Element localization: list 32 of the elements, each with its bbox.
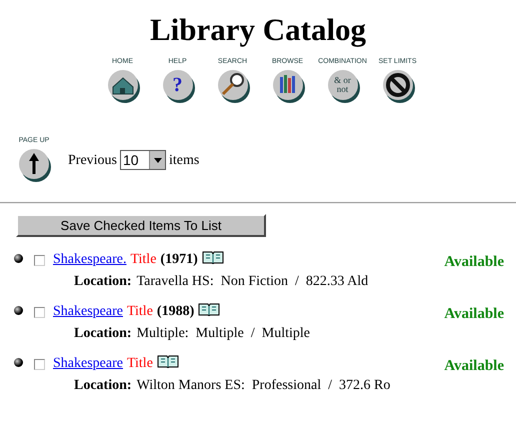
availability-status: Available [444, 357, 504, 376]
location-label: Location: [74, 325, 132, 343]
availability-status: Available [444, 253, 504, 272]
location-label: Location: [74, 273, 132, 291]
location-text: Taravella HS: Non Fiction / 822.33 Ald [136, 273, 368, 291]
page-title: Library Catalog [148, 11, 368, 49]
author-link[interactable]: Shakespeare [53, 355, 123, 373]
item-checkbox[interactable] [34, 307, 45, 318]
author-link[interactable]: Shakespeare. [53, 251, 126, 269]
location-text: Multiple: Multiple / Multiple [136, 325, 310, 343]
book-icon [156, 355, 179, 368]
year-text: (1988) [156, 303, 194, 321]
bullet-icon [14, 254, 23, 263]
title-text: Title [126, 355, 153, 373]
dropdown-arrow-icon [154, 158, 162, 162]
author-link[interactable]: Shakespeare [53, 303, 123, 321]
item-checkbox[interactable] [34, 255, 45, 266]
title-text: Title [126, 303, 153, 321]
availability-status: Available [444, 305, 504, 324]
location-text: Wilton Manors ES: Professional / 372.6 Ro [136, 377, 390, 395]
book-icon [198, 303, 220, 316]
bullet-icon [14, 358, 23, 367]
previous-label: Previous [68, 152, 117, 170]
item-checkbox[interactable] [34, 359, 45, 370]
title-text: Title [130, 251, 156, 269]
save-checked-button[interactable]: Save Checked Items To List [16, 214, 266, 237]
items-label: items [169, 152, 200, 170]
items-count-dropdown[interactable]: 10 [120, 150, 166, 170]
location-label: Location: [74, 377, 132, 395]
book-icon [202, 251, 224, 264]
bullet-icon [14, 306, 23, 315]
year-text: (1971) [160, 251, 198, 269]
